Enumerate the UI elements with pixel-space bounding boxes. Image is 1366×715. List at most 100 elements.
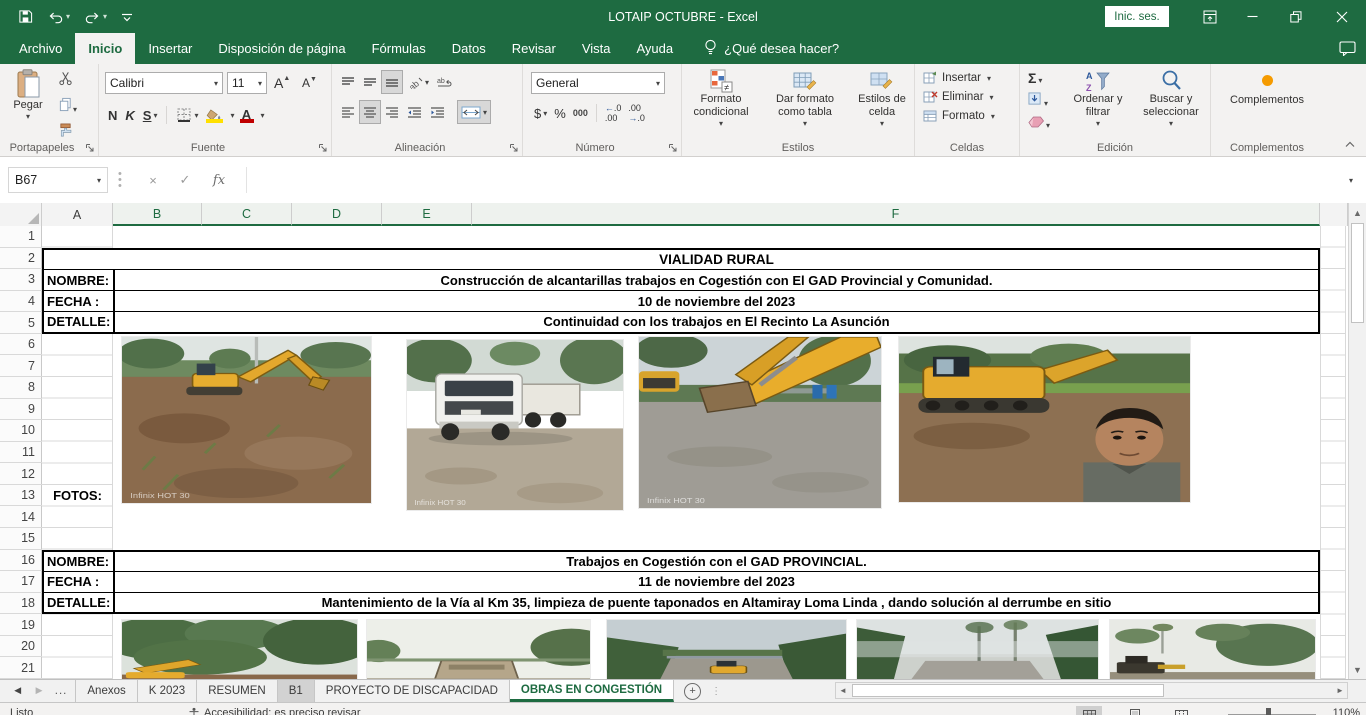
row-header-13[interactable]: 13 (0, 485, 42, 507)
sheet-tab-b1[interactable]: B1 (278, 680, 315, 702)
align-top-button[interactable] (338, 71, 358, 93)
photo2-via-neblina[interactable] (857, 620, 1098, 679)
row-header-7[interactable]: 7 (0, 355, 42, 377)
increase-indent-button[interactable] (427, 101, 448, 123)
sheet-tab-k-2023[interactable]: K 2023 (138, 680, 197, 702)
formula-bar-drag-handle[interactable]: ••• (118, 171, 122, 189)
sheet-tab-obras-en-congestión[interactable]: OBRAS EN CONGESTIÓN (510, 680, 674, 702)
column-header-e[interactable]: E (382, 203, 472, 226)
cell-detalle2-label[interactable]: DETALLE: (44, 593, 115, 613)
minimize-button[interactable] (1230, 0, 1274, 33)
italic-button[interactable]: K (122, 104, 137, 126)
align-middle-button[interactable] (360, 71, 380, 93)
name-box[interactable]: B67▾ (8, 167, 108, 193)
row-header-1[interactable]: 1 (0, 226, 42, 248)
menu-tab-revisar[interactable]: Revisar (499, 33, 569, 64)
row-header-16[interactable]: 16 (0, 550, 42, 572)
select-all-corner[interactable] (0, 203, 42, 226)
sheet-tab-proyecto-de-discapacidad[interactable]: PROYECTO DE DISCAPACIDAD (315, 680, 510, 702)
find-select-button[interactable]: Buscar y seleccionar▾ (1136, 69, 1206, 128)
fill-button[interactable]: ▾ (1028, 92, 1050, 111)
currency-button[interactable]: $▾ (531, 102, 550, 124)
cell-nombre-value[interactable]: Construcción de alcantarillas trabajos e… (115, 270, 1318, 290)
photo2-balde-volqueta[interactable] (367, 620, 590, 679)
row-header-12[interactable]: 12 (0, 463, 42, 485)
next-sheet-icon[interactable]: ► (33, 685, 44, 697)
merge-center-button[interactable]: ▾ (458, 101, 490, 123)
menu-tab-fórmulas[interactable]: Fórmulas (359, 33, 439, 64)
row-header-2[interactable]: 2 (0, 248, 42, 270)
addins-button[interactable]: Complementos (1219, 71, 1315, 107)
cell-nombre2-label[interactable]: NOMBRE: (44, 552, 115, 572)
font-color-button[interactable]: A (237, 104, 257, 127)
accessibility-status[interactable]: Accesibilidad: es preciso revisar (204, 707, 361, 715)
tell-me-box[interactable]: ¿Qué desea hacer? (704, 33, 839, 64)
paste-button[interactable]: Pegar ▾ (6, 69, 50, 121)
format-cells-button[interactable]: Formato▾ (923, 109, 1019, 123)
menu-tab-inicio[interactable]: Inicio (75, 33, 135, 64)
row-header-6[interactable]: 6 (0, 334, 42, 356)
scroll-up-icon[interactable]: ▲ (1349, 204, 1366, 221)
orientation-button[interactable]: ab▾ (404, 71, 432, 93)
column-header-b[interactable]: B (113, 203, 202, 226)
align-right-button[interactable] (382, 101, 402, 123)
photo2-retroexcavadora-setos[interactable] (607, 620, 846, 679)
cell-fecha2-value[interactable]: 11 de noviembre del 2023 (115, 572, 1318, 592)
sheet-tab-resumen[interactable]: RESUMEN (197, 680, 278, 702)
percent-button[interactable]: % (551, 102, 569, 124)
menu-tab-datos[interactable]: Datos (439, 33, 499, 64)
cell-detalle-label[interactable]: DETALLE: (44, 312, 115, 332)
wrap-text-button[interactable]: ab (434, 71, 456, 93)
menu-tab-ayuda[interactable]: Ayuda (624, 33, 687, 64)
decrease-decimal-button[interactable]: .00→.0 (625, 102, 648, 124)
insert-cells-button[interactable]: Insertar▾ (923, 71, 1019, 85)
borders-button[interactable]: ▾ (173, 104, 201, 126)
cut-icon[interactable] (58, 71, 77, 91)
new-sheet-button[interactable]: + (684, 683, 701, 700)
copy-icon[interactable]: ▾ (58, 97, 77, 117)
vertical-scrollbar[interactable]: ▲ ▼ (1348, 203, 1366, 679)
prev-sheet-icon[interactable]: ◄ (12, 685, 23, 697)
row-header-3[interactable]: 3 (0, 269, 42, 291)
menu-tab-vista[interactable]: Vista (569, 33, 624, 64)
cell-detalle2-value[interactable]: Mantenimiento de la Vía al Km 35, limpie… (115, 593, 1318, 613)
font-dialog-launcher[interactable] (318, 143, 328, 153)
sheet-overflow[interactable]: ... (55, 685, 68, 697)
horizontal-scrollbar[interactable]: ◄ ► (835, 682, 1348, 699)
enter-icon[interactable]: ✓ (172, 167, 198, 193)
photo2-arboles-excavadora[interactable] (122, 620, 357, 679)
align-left-button[interactable] (338, 101, 358, 123)
collapse-ribbon-icon[interactable] (1344, 140, 1356, 148)
row-header-20[interactable]: 20 (0, 636, 42, 658)
align-center-button[interactable] (360, 101, 380, 123)
scroll-left-icon[interactable]: ◄ (836, 683, 850, 698)
tabbar-drag-handle[interactable]: ⋮ (711, 680, 721, 702)
cell-nombre-label[interactable]: NOMBRE: (44, 270, 115, 290)
photo2-arboles-maquinaria[interactable] (1110, 620, 1315, 679)
normal-view-icon[interactable] (1076, 706, 1102, 715)
fill-color-button[interactable] (203, 103, 226, 127)
vertical-scroll-thumb[interactable] (1351, 223, 1364, 323)
autosum-button[interactable]: Σ▾ (1028, 70, 1050, 88)
insert-function-icon[interactable]: fx (206, 167, 232, 193)
format-as-table-button[interactable]: Dar formato como tabla▾ (765, 69, 845, 139)
align-bottom-button[interactable] (382, 71, 402, 93)
grow-font-button[interactable]: A▲ (271, 72, 293, 94)
column-header-f[interactable]: F (472, 203, 1320, 226)
photo-volqueta-blanca[interactable]: Infinix HOT 30 (407, 340, 623, 510)
page-break-view-icon[interactable] (1168, 706, 1194, 715)
row-header-19[interactable]: 19 (0, 614, 42, 636)
row-header-10[interactable]: 10 (0, 420, 42, 442)
column-header-partial[interactable] (1320, 203, 1348, 226)
row-header-17[interactable]: 17 (0, 571, 42, 593)
row-header-21[interactable]: 21 (0, 657, 42, 679)
menu-tab-disposición-de-página[interactable]: Disposición de página (205, 33, 358, 64)
bold-button[interactable]: N (105, 104, 120, 126)
page-layout-view-icon[interactable] (1122, 706, 1148, 715)
cell-fecha2-label[interactable]: FECHA : (44, 572, 115, 592)
zoom-level[interactable]: 110% (1322, 707, 1360, 715)
ribbon-display-options-icon[interactable] (1188, 0, 1232, 33)
cell-styles-button[interactable]: Estilos de celda▾ (851, 69, 913, 139)
photo-brazo-excavadora[interactable]: Infinix HOT 30 (639, 337, 881, 508)
sign-in-button[interactable]: Inic. ses. (1105, 6, 1169, 27)
